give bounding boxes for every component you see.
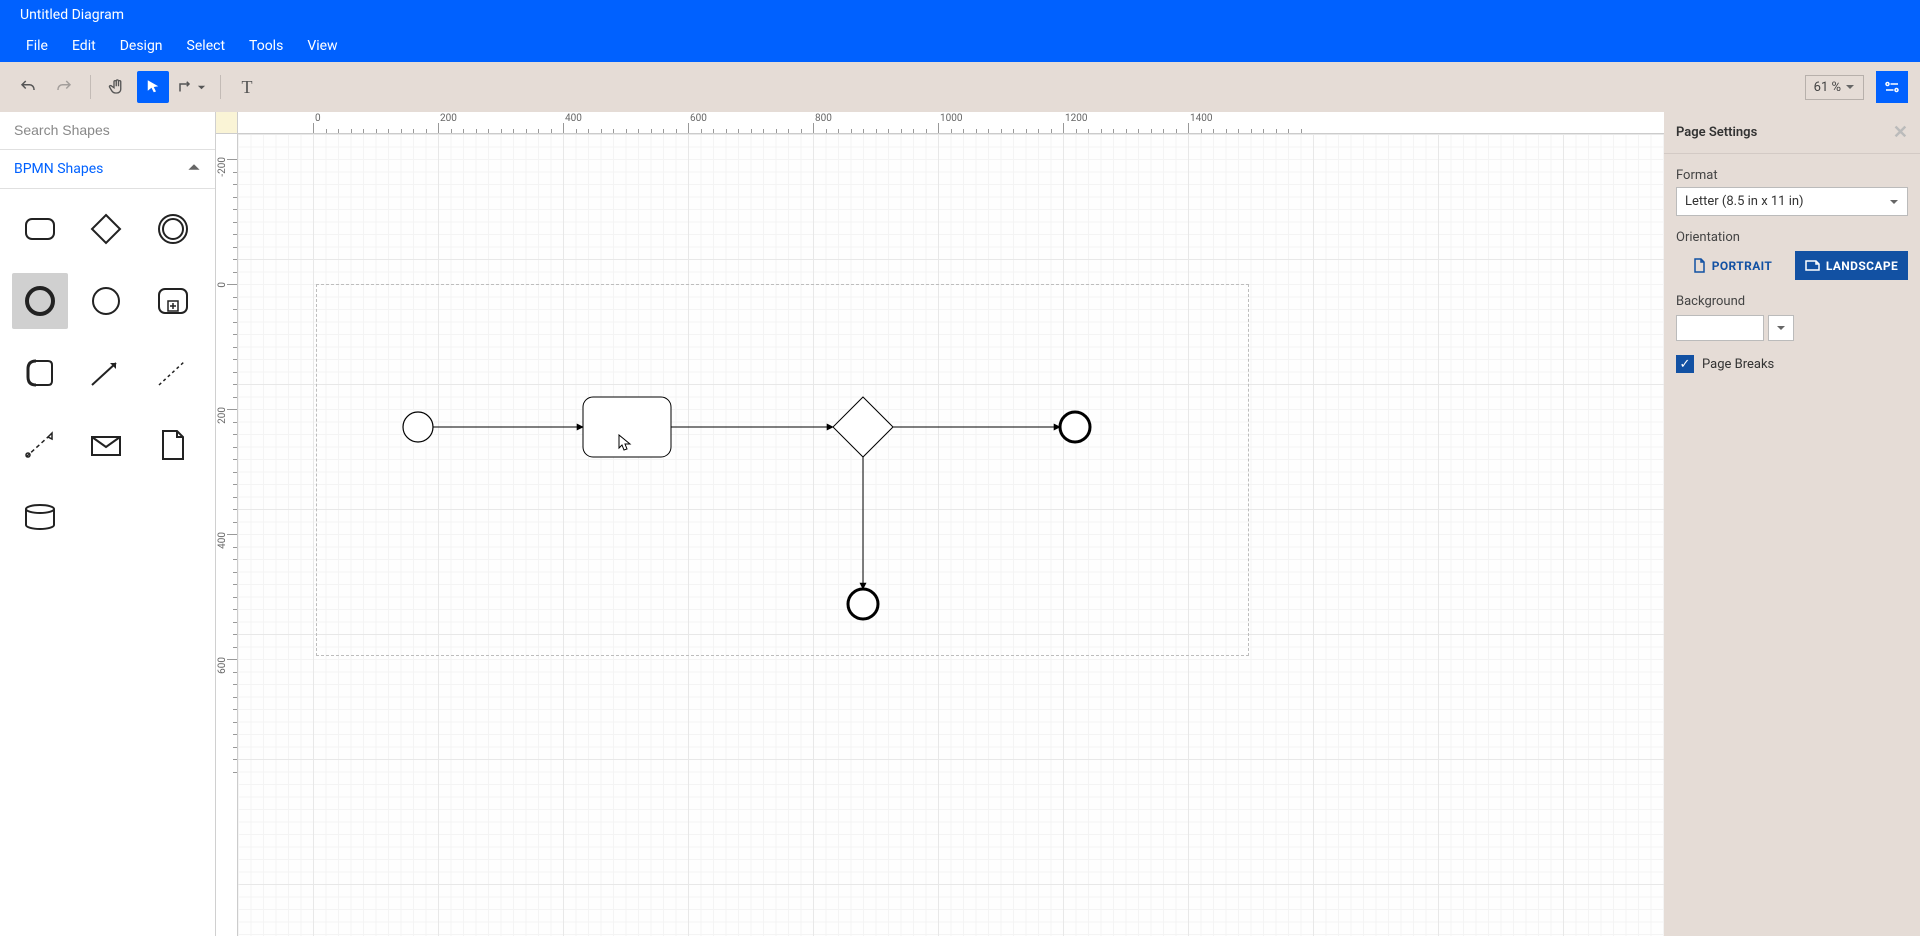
format-select[interactable]: Letter (8.5 in x 11 in) xyxy=(1676,187,1908,216)
canvas-area: 0 200 400 600 800 1000 1200 1400 -2000200400600 xyxy=(216,112,1664,936)
diagram-node-task1[interactable] xyxy=(583,397,671,457)
canvas[interactable] xyxy=(238,134,1664,936)
background-swatch[interactable] xyxy=(1676,315,1764,341)
palette-shape-gateway[interactable] xyxy=(78,201,134,257)
palette-shape-task[interactable] xyxy=(12,201,68,257)
palette-shape-sequence-flow[interactable] xyxy=(78,345,134,401)
palette-shape-message[interactable] xyxy=(78,417,134,473)
palette-shape-intermediate-event[interactable] xyxy=(145,201,201,257)
ruler-tick: 800 xyxy=(815,113,832,124)
panel-title: Page Settings xyxy=(1676,125,1757,140)
diagram-node-end2[interactable] xyxy=(848,589,878,619)
format-value: Letter (8.5 in x 11 in) xyxy=(1685,194,1804,209)
portrait-label: PORTRAIT xyxy=(1712,259,1773,273)
menu-file[interactable]: File xyxy=(14,32,60,60)
chevron-up-icon xyxy=(187,160,201,178)
ruler-tick: 1200 xyxy=(1065,113,1087,124)
palette-section-header[interactable]: BPMN Shapes xyxy=(0,150,215,189)
page-settings-panel: Page Settings ✕ Format Letter (8.5 in x … xyxy=(1664,112,1920,936)
ruler-tick: 400 xyxy=(565,113,582,124)
menu-design[interactable]: Design xyxy=(108,32,175,60)
undo-button[interactable] xyxy=(12,71,44,103)
zoom-value: 61 % xyxy=(1814,80,1841,95)
title-bar: Untitled Diagram xyxy=(0,0,1920,30)
palette-section-title: BPMN Shapes xyxy=(14,161,103,177)
landscape-label: LANDSCAPE xyxy=(1826,259,1898,273)
menu-bar: File Edit Design Select Tools View xyxy=(0,30,1920,62)
ruler-horizontal: 0 200 400 600 800 1000 1200 1400 xyxy=(238,112,1664,134)
close-panel-button[interactable]: ✕ xyxy=(1893,122,1908,143)
ruler-tick: 600 xyxy=(690,113,707,124)
document-title: Untitled Diagram xyxy=(20,7,124,23)
landscape-icon xyxy=(1805,259,1820,272)
zoom-dropdown[interactable]: 61 % xyxy=(1805,75,1864,100)
diagram-node-start[interactable] xyxy=(403,412,433,442)
ruler-tick: 1000 xyxy=(940,113,962,124)
palette-shape-message-flow[interactable] xyxy=(12,417,68,473)
background-dropdown[interactable] xyxy=(1768,315,1794,341)
text-tool-button[interactable]: T xyxy=(231,71,263,103)
diagram-layer xyxy=(238,134,1664,936)
portrait-button[interactable]: PORTRAIT xyxy=(1676,251,1789,280)
menu-tools[interactable]: Tools xyxy=(237,32,295,60)
landscape-button[interactable]: LANDSCAPE xyxy=(1795,251,1908,280)
panel-toggle-button[interactable] xyxy=(1876,71,1908,103)
palette-shape-subprocess-expanded[interactable] xyxy=(145,273,201,329)
shape-palette: BPMN Shapes xyxy=(0,112,216,936)
pagebreaks-checkbox[interactable]: ✓ xyxy=(1676,355,1694,373)
pan-tool-button[interactable] xyxy=(101,71,133,103)
portrait-icon xyxy=(1693,258,1706,273)
search-shapes-input[interactable] xyxy=(14,122,201,138)
palette-shape-association[interactable] xyxy=(145,345,201,401)
palette-shape-data-object[interactable] xyxy=(145,417,201,473)
ruler-tick: 200 xyxy=(440,113,457,124)
format-label: Format xyxy=(1676,168,1908,183)
palette-shape-data-store[interactable] xyxy=(12,489,68,545)
palette-shape-start-event[interactable] xyxy=(78,273,134,329)
diagram-node-end1[interactable] xyxy=(1060,412,1090,442)
menu-view[interactable]: View xyxy=(295,32,349,60)
diagram-node-gw1[interactable] xyxy=(833,397,893,457)
chevron-down-icon xyxy=(1776,323,1786,333)
background-label: Background xyxy=(1676,294,1908,309)
pagebreaks-label: Page Breaks xyxy=(1702,357,1774,372)
ruler-tick: 0 xyxy=(315,113,321,124)
palette-shape-text-annotation[interactable] xyxy=(12,345,68,401)
orientation-label: Orientation xyxy=(1676,230,1908,245)
redo-button[interactable] xyxy=(48,71,80,103)
ruler-corner xyxy=(216,112,238,134)
palette-shape-end-event[interactable] xyxy=(12,273,68,329)
pointer-tool-button[interactable] xyxy=(137,71,169,103)
menu-edit[interactable]: Edit xyxy=(60,32,108,60)
chevron-down-icon xyxy=(1889,197,1899,207)
toolbar: T 61 % xyxy=(0,62,1920,112)
ruler-vertical: -2000200400600 xyxy=(216,134,238,936)
ruler-tick: 1400 xyxy=(1190,113,1212,124)
connector-tool-button[interactable] xyxy=(173,71,210,103)
menu-select[interactable]: Select xyxy=(175,32,237,60)
